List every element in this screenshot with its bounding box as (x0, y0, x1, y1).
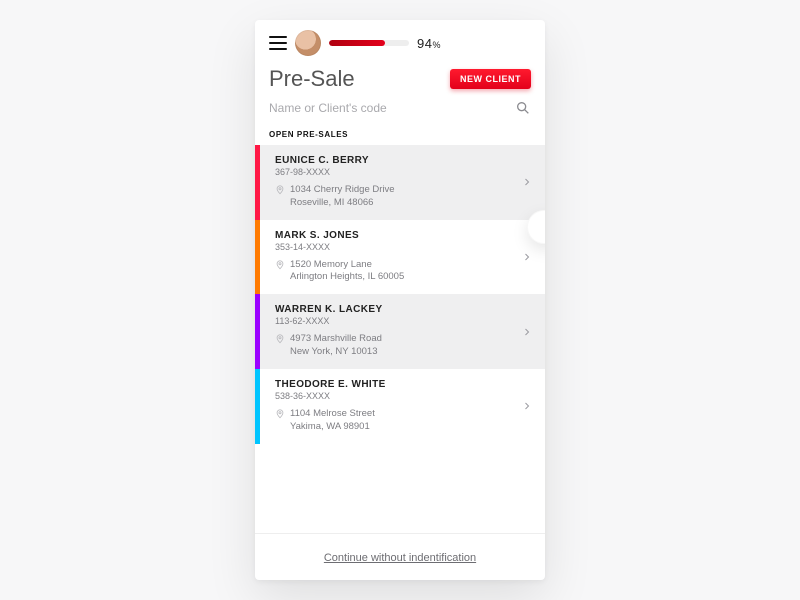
section-label-open-presales: OPEN PRE-SALES (255, 126, 545, 145)
chevron-right-icon (521, 176, 533, 188)
client-address-wrap: 1520 Memory LaneArlington Heights, IL 60… (275, 259, 521, 285)
client-address-line1: 1520 Memory Lane (290, 259, 372, 270)
new-client-button[interactable]: NEW CLIENT (450, 69, 531, 89)
client-address-line2: Arlington Heights, IL 60005 (290, 271, 404, 282)
client-list: EUNICE C. BERRY367-98-XXXX 1034 Cherry Ri… (255, 145, 545, 533)
header-row: Pre-Sale NEW CLIENT (255, 60, 545, 94)
client-info: THEODORE E. WHITE538-36-XXXX 1104 Melrose… (271, 379, 521, 434)
location-pin-icon (275, 409, 285, 419)
progress-fill (329, 40, 385, 46)
client-row[interactable]: WARREN K. LACKEY113-62-XXXX 4973 Marshvil… (255, 294, 545, 369)
client-address: 1104 Melrose Street Yakima, WA 98901 (290, 408, 375, 434)
client-info: EUNICE C. BERRY367-98-XXXX 1034 Cherry Ri… (271, 155, 521, 210)
client-name: EUNICE C. BERRY (275, 155, 521, 166)
client-row[interactable]: EUNICE C. BERRY367-98-XXXX 1034 Cherry Ri… (255, 145, 545, 220)
client-name: MARK S. JONES (275, 230, 521, 241)
client-info: MARK S. JONES353-14-XXXX 1520 Memory Lane… (271, 230, 521, 285)
location-pin-icon (275, 185, 285, 195)
client-address: 1520 Memory LaneArlington Heights, IL 60… (290, 259, 404, 285)
client-address-line2: Yakima, WA 98901 (290, 421, 370, 432)
client-address-line2: Roseville, MI 48066 (290, 197, 373, 208)
footer: Continue without indentification (255, 533, 545, 580)
client-row[interactable]: THEODORE E. WHITE538-36-XXXX 1104 Melrose… (255, 369, 545, 444)
client-row[interactable]: MARK S. JONES353-14-XXXX 1520 Memory Lane… (255, 220, 545, 295)
menu-icon[interactable] (269, 36, 287, 50)
client-address-wrap: 1104 Melrose Street Yakima, WA 98901 (275, 408, 521, 434)
avatar[interactable] (295, 30, 321, 56)
location-pin-icon (275, 334, 285, 344)
progress-unit: % (432, 40, 441, 50)
chevron-right-icon (521, 251, 533, 263)
progress-percent: 94% (417, 36, 441, 51)
app-screen: 94% Pre-Sale NEW CLIENT OPEN PRE-SALES E… (255, 20, 545, 580)
client-name: WARREN K. LACKEY (275, 304, 521, 315)
client-address: 1034 Cherry Ridge Drive Roseville, MI 480… (290, 184, 395, 210)
client-address-line1: 1034 Cherry Ridge Drive (290, 184, 395, 195)
chevron-right-icon (521, 326, 533, 338)
client-address-wrap: 4973 Marshville Road New York, NY 10013 (275, 333, 521, 359)
search-input[interactable] (269, 101, 479, 115)
search-row (255, 94, 545, 126)
chevron-right-icon (521, 400, 533, 412)
location-pin-icon (275, 260, 285, 270)
client-info: WARREN K. LACKEY113-62-XXXX 4973 Marshvil… (271, 304, 521, 359)
search-icon[interactable] (515, 100, 531, 116)
progress-bar (329, 40, 409, 46)
client-address-wrap: 1034 Cherry Ridge Drive Roseville, MI 480… (275, 184, 521, 210)
client-code: 113-62-XXXX (275, 316, 521, 326)
client-code: 538-36-XXXX (275, 391, 521, 401)
client-code: 353-14-XXXX (275, 242, 521, 252)
client-code: 367-98-XXXX (275, 167, 521, 177)
top-bar: 94% (255, 20, 545, 60)
client-address-line2: New York, NY 10013 (290, 346, 378, 357)
client-address-line1: 4973 Marshville Road (290, 333, 382, 344)
page-title: Pre-Sale (269, 66, 355, 92)
continue-without-id-link[interactable]: Continue without indentification (324, 552, 476, 564)
client-address-line1: 1104 Melrose Street (290, 408, 375, 419)
progress-value: 94 (417, 36, 432, 51)
client-name: THEODORE E. WHITE (275, 379, 521, 390)
client-address: 4973 Marshville Road New York, NY 10013 (290, 333, 382, 359)
